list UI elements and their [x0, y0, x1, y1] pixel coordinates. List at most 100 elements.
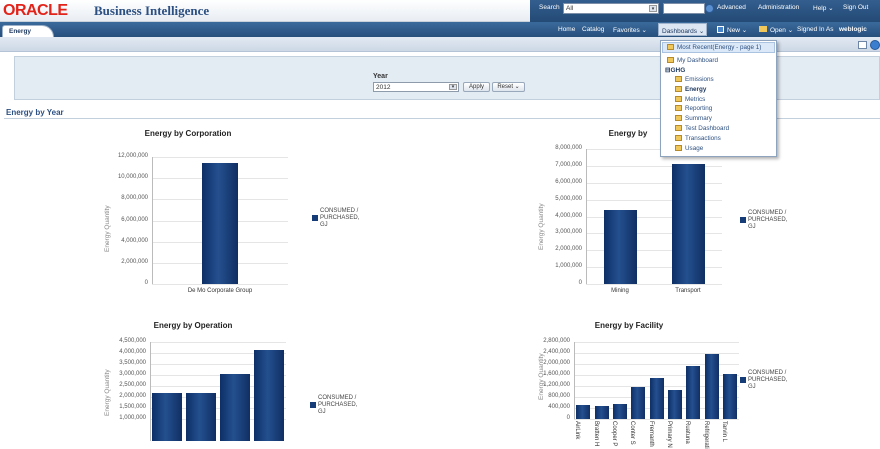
legend-swatch — [312, 215, 318, 221]
y-axis-label: Energy Quantity — [104, 369, 111, 417]
chart-title: Energy by — [608, 129, 648, 138]
chart-bar[interactable] — [649, 378, 664, 419]
x-tick-label: Mining — [611, 288, 629, 294]
chart-bar[interactable] — [594, 405, 609, 419]
dashboards-menu[interactable]: Dashboards ⌄ — [658, 23, 707, 36]
menu-item-energy[interactable]: Energy — [685, 86, 706, 93]
x-tick-label: Cooper P — [610, 421, 617, 447]
x-tick-label: Tarvin L — [720, 421, 727, 443]
y-tick-label: 8,000,000 — [555, 145, 582, 151]
product-title: Business Intelligence — [94, 3, 210, 18]
gridline — [574, 342, 739, 343]
y-tick-label: 3,500,000 — [119, 360, 146, 366]
dashboard-icon — [675, 95, 682, 102]
x-tick-label: Fremanth — [647, 421, 654, 447]
x-tick-label: Refrigerati — [702, 421, 709, 449]
menu-item-emissions[interactable]: Emissions — [685, 76, 714, 83]
tab-energy[interactable]: Energy — [2, 25, 55, 37]
chart-bar[interactable] — [603, 209, 637, 284]
y-tick-label: 1,600,000 — [543, 371, 570, 377]
y-axis-label: Energy Quantity — [104, 205, 111, 253]
dashboard-icon — [667, 44, 674, 50]
dashboards-dropdown: Most Recent(Energy - page 1) My Dashboar… — [660, 40, 777, 157]
chart-title: Energy by Facility — [594, 321, 664, 330]
advanced-link[interactable]: Advanced — [717, 4, 746, 11]
y-tick-label: 2,800,000 — [543, 338, 570, 344]
signed-in-user[interactable]: weblogic — [839, 26, 867, 33]
chart-bar[interactable] — [631, 386, 646, 419]
x-tick-label: AirLink — [574, 421, 581, 440]
chart-bar[interactable] — [152, 392, 182, 441]
chart-bar[interactable] — [220, 373, 250, 441]
search-scope-select[interactable]: All ▾ — [563, 3, 659, 14]
y-tick-label: 2,000,000 — [543, 360, 570, 366]
open-menu[interactable]: Open ⌄ — [770, 26, 793, 34]
help-icon[interactable] — [870, 40, 880, 50]
y-tick-label: 10,000,000 — [117, 174, 148, 181]
legend-label: CONSUMED / PURCHASED, GJ — [748, 370, 788, 390]
y-tick-label: 1,000,000 — [555, 263, 582, 270]
oracle-logo: ORACLE — [3, 2, 68, 19]
chevron-down-icon[interactable]: ▾ — [649, 5, 657, 12]
menu-item-metrics[interactable]: Metrics — [685, 96, 705, 103]
apply-button[interactable]: Apply — [463, 82, 490, 92]
chart-bar[interactable] — [722, 374, 737, 419]
chart-bar[interactable] — [686, 365, 701, 419]
y-axis-line — [152, 157, 153, 284]
dashboard-icon — [675, 125, 682, 131]
chart-bar[interactable] — [576, 405, 591, 419]
menu-item-test-dashboard[interactable]: Test Dashboard — [685, 125, 729, 132]
x-tick-label: Primary N — [665, 421, 672, 448]
x-tick-label: Bratten H — [592, 421, 599, 447]
chart-title: Energy by Corporation — [144, 129, 232, 138]
folder-icon — [759, 26, 767, 32]
search-label: Search — [539, 4, 560, 11]
chart-bar[interactable] — [671, 164, 705, 284]
menu-item-usage[interactable]: Usage — [685, 145, 703, 152]
page-options-icon[interactable] — [858, 41, 867, 49]
gridline — [152, 157, 288, 158]
y-tick-label: 6,000,000 — [555, 178, 582, 185]
menu-group-ghg[interactable]: ⊟GHG — [665, 66, 685, 74]
y-axis-label: Energy Quantity — [538, 203, 545, 251]
x-tick-label: Transport — [675, 288, 701, 294]
chart-bar[interactable] — [254, 349, 284, 441]
dashboard-icon — [675, 85, 682, 92]
y-axis-label: Energy Quantity — [538, 353, 545, 400]
reset-button[interactable]: Reset ⌄ — [492, 82, 525, 92]
menu-item-reporting[interactable]: Reporting — [685, 105, 712, 112]
legend-swatch — [310, 402, 316, 408]
chart-bar[interactable] — [704, 353, 719, 419]
menu-group-label: GHG — [670, 67, 686, 74]
menu-item-summary[interactable]: Summary — [685, 115, 712, 122]
year-select[interactable]: 2012 ▾ — [373, 82, 459, 92]
y-axis-line — [574, 342, 575, 419]
home-link[interactable]: Home — [558, 26, 575, 33]
legend-swatch — [740, 217, 746, 223]
y-tick-label: 0 — [144, 280, 148, 286]
menu-item-transactions[interactable]: Transactions — [685, 135, 721, 142]
chart-bar[interactable] — [612, 403, 627, 419]
legend-label: CONSUMED / PURCHASED, GJ — [748, 210, 788, 230]
y-tick-label: 2,000,000 — [121, 258, 148, 265]
chart-bar[interactable] — [667, 390, 682, 419]
menu-item-my-dashboard[interactable]: My Dashboard — [677, 57, 718, 64]
administration-link[interactable]: Administration — [758, 4, 799, 11]
help-menu[interactable]: Help ⌄ — [813, 4, 834, 12]
y-tick-label: 0 — [566, 415, 570, 421]
menu-item-most-recent[interactable]: Most Recent(Energy - page 1) — [677, 44, 761, 51]
chart-bar[interactable] — [202, 163, 238, 284]
new-menu[interactable]: New ⌄ — [727, 26, 747, 34]
chevron-down-icon[interactable]: ▾ — [449, 84, 457, 90]
chart-bar[interactable] — [186, 393, 216, 441]
y-tick-label: 8,000,000 — [121, 195, 148, 202]
gridline — [150, 342, 286, 343]
catalog-link[interactable]: Catalog — [582, 26, 604, 33]
legend-swatch — [740, 377, 746, 383]
sign-out-link[interactable]: Sign Out — [843, 4, 868, 11]
search-input[interactable] — [663, 3, 705, 14]
y-tick-label: 12,000,000 — [117, 153, 148, 159]
new-icon — [717, 26, 724, 33]
favorites-menu[interactable]: Favorites ⌄ — [613, 26, 647, 34]
search-go-icon[interactable] — [705, 4, 714, 13]
